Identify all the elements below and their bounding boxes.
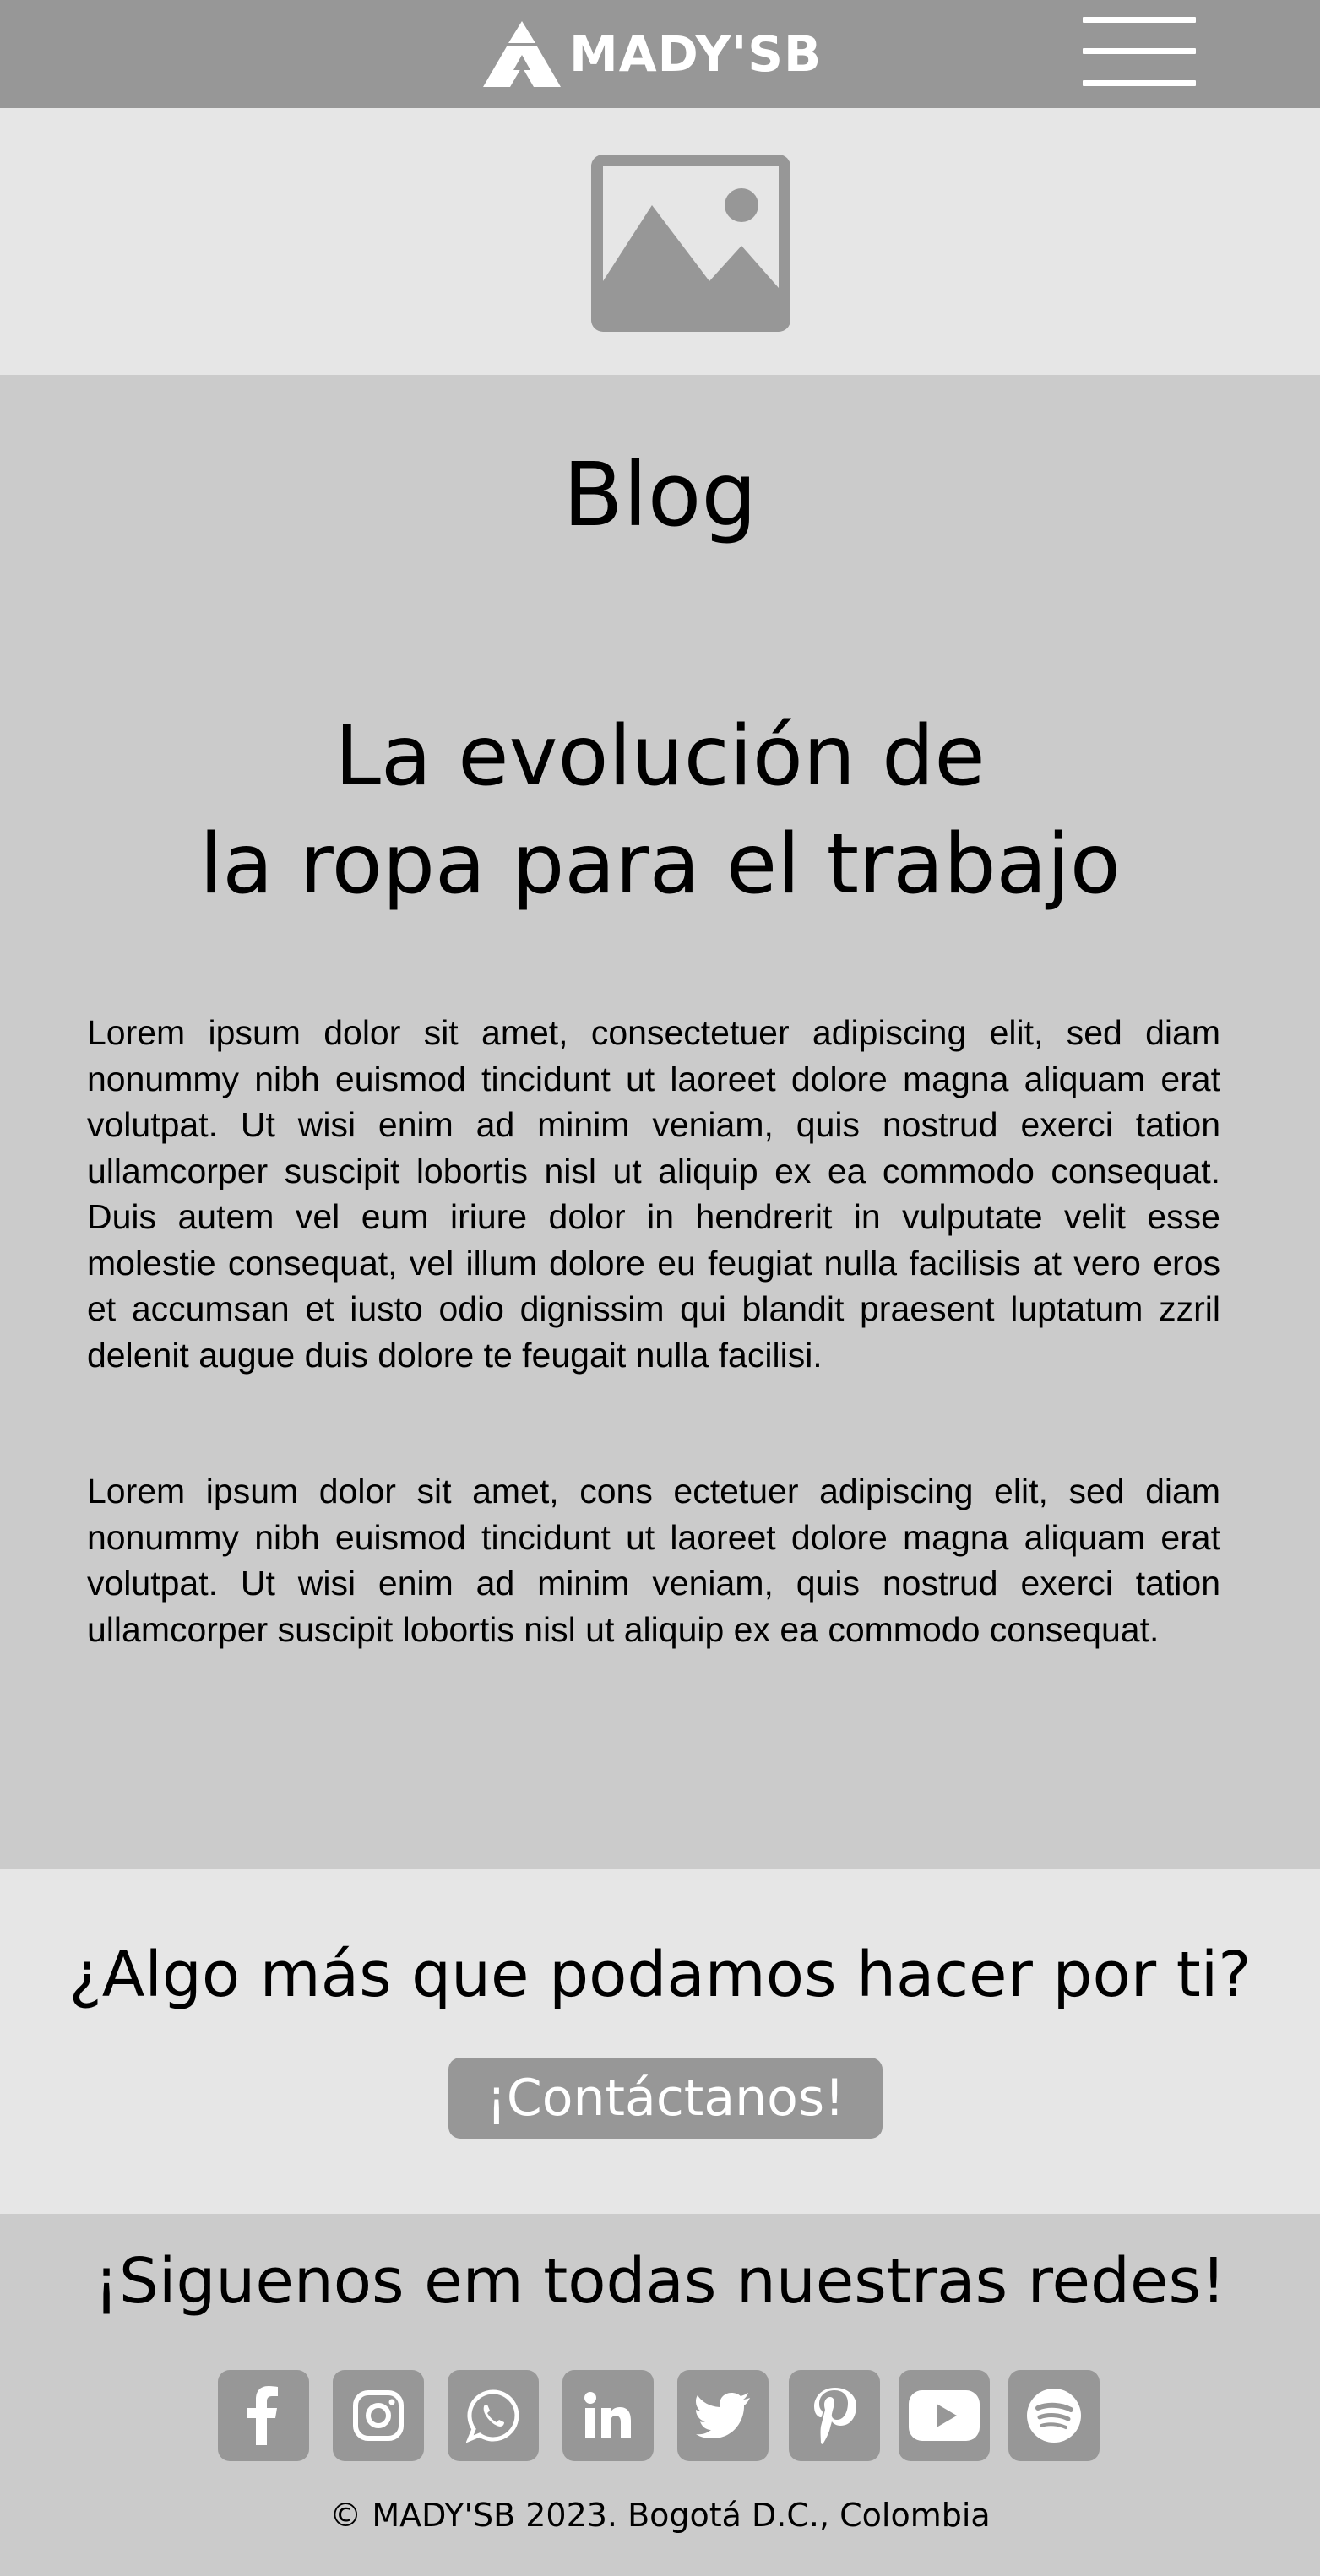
hamburger-line bbox=[1083, 48, 1196, 54]
twitter-link[interactable] bbox=[677, 2370, 769, 2461]
blog-article: Blog La evolución de la ropa para el tra… bbox=[0, 375, 1320, 1869]
cta-heading: ¿Algo más que podamos hacer por ti? bbox=[68, 1939, 1252, 2011]
social-footer: ¡Siguenos em todas nuestras redes! © MAD… bbox=[0, 2214, 1320, 2576]
instagram-icon bbox=[353, 2390, 404, 2441]
hero-banner bbox=[0, 108, 1320, 375]
brand-name: MADY'SB bbox=[569, 25, 823, 83]
hamburger-menu-button[interactable] bbox=[1083, 17, 1196, 88]
brand-logo[interactable]: MADY'SB bbox=[483, 19, 822, 89]
youtube-icon bbox=[909, 2390, 980, 2441]
article-paragraph: Lorem ipsum dolor sit amet, consectetuer… bbox=[87, 1013, 1220, 1375]
spotify-icon bbox=[1027, 2389, 1081, 2443]
whatsapp-icon bbox=[466, 2389, 519, 2443]
mountain-logo-icon bbox=[483, 21, 561, 87]
facebook-link[interactable] bbox=[218, 2370, 309, 2461]
linkedin-icon bbox=[584, 2392, 631, 2438]
hamburger-line bbox=[1083, 80, 1196, 86]
contact-cta: ¿Algo más que podamos hacer por ti? ¡Con… bbox=[0, 1869, 1320, 2214]
youtube-link[interactable] bbox=[899, 2370, 990, 2461]
post-title-line-1: La evolución de bbox=[334, 708, 986, 805]
top-bar: MADY'SB bbox=[0, 0, 1320, 108]
post-title-line-2: la ropa para el trabajo bbox=[199, 816, 1121, 913]
whatsapp-link[interactable] bbox=[448, 2370, 539, 2461]
linkedin-link[interactable] bbox=[562, 2370, 654, 2461]
hamburger-menu-icon bbox=[1083, 17, 1196, 23]
instagram-link[interactable] bbox=[333, 2370, 424, 2461]
twitter-icon bbox=[696, 2393, 750, 2438]
image-placeholder-icon bbox=[591, 155, 790, 332]
section-label: Blog bbox=[562, 443, 758, 546]
post-title: La evolución de la ropa para el trabajo bbox=[0, 702, 1320, 919]
pinterest-icon bbox=[814, 2388, 856, 2444]
social-heading: ¡Siguenos em todas nuestras redes! bbox=[94, 2245, 1226, 2318]
article-paragraph: Lorem ipsum dolor sit amet, cons ectetue… bbox=[87, 1472, 1220, 1649]
contact-button[interactable]: ¡Contáctanos! bbox=[448, 2058, 883, 2139]
spotify-link[interactable] bbox=[1008, 2370, 1100, 2461]
pinterest-link[interactable] bbox=[789, 2370, 880, 2461]
copyright-text: © MADY'SB 2023. Bogotá D.C., Colombia bbox=[329, 2497, 991, 2534]
facebook-icon bbox=[247, 2386, 278, 2445]
